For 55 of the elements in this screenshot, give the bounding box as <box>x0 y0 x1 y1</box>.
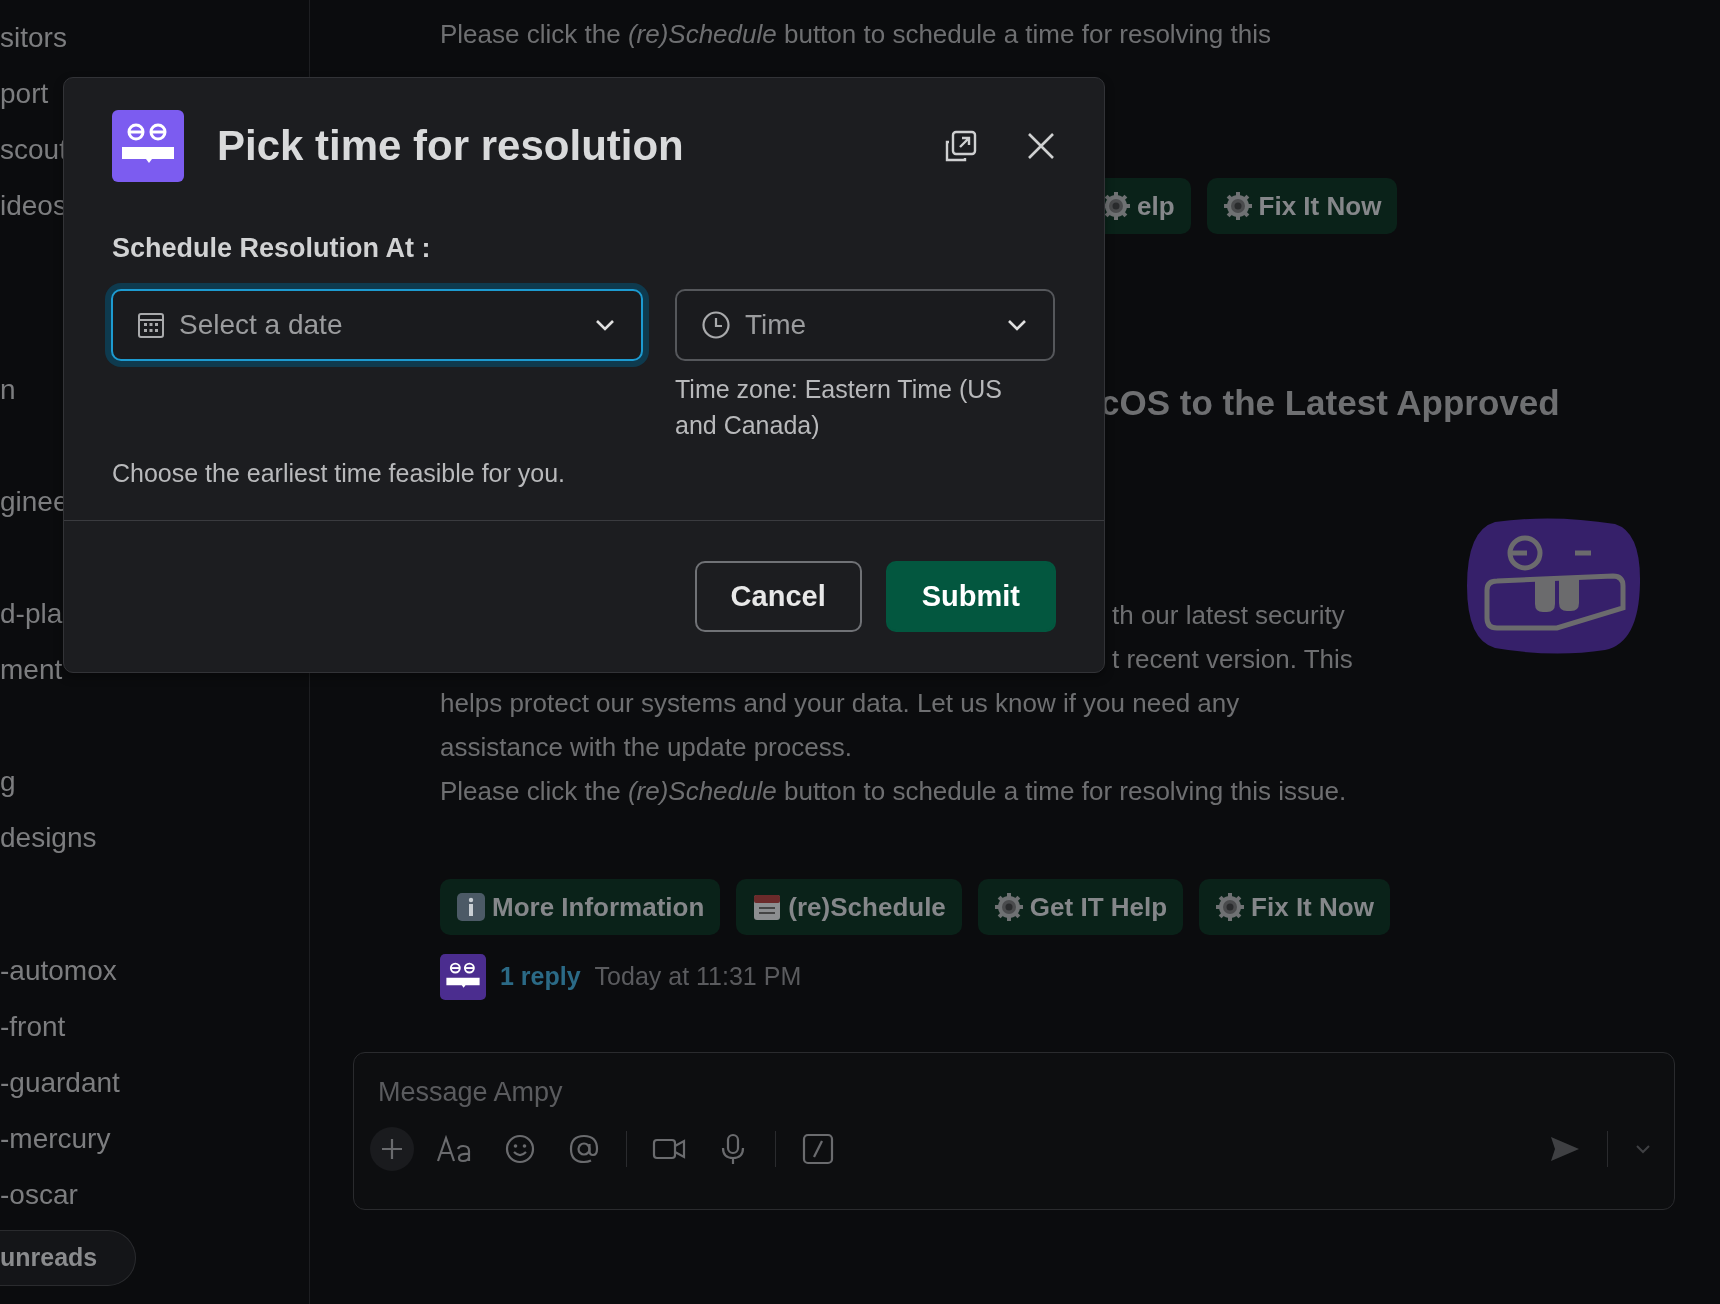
add-icon <box>370 1127 414 1171</box>
send-icon <box>1549 1135 1581 1163</box>
action-button[interactable]: Fix It Now <box>1199 879 1390 935</box>
message-text: helps protect our systems and your data. Let us know if you need any <box>440 687 1240 720</box>
timestamp: Today at 11:31 PM <box>594 961 802 993</box>
message-text: th our latest security <box>1112 599 1345 632</box>
unreads-button[interactable]: unreads <box>0 1230 137 1286</box>
popout-button[interactable] <box>943 128 979 164</box>
channel-item[interactable]: n <box>0 362 16 418</box>
field-label: Schedule Resolution At : <box>112 232 432 265</box>
channel-item[interactable]: port <box>0 66 49 122</box>
add-button[interactable] <box>370 1127 414 1171</box>
info-icon <box>456 892 486 922</box>
caret-icon <box>1634 1143 1652 1155</box>
message-input[interactable]: Message Ampy <box>354 1053 1054 1113</box>
bot-app-icon <box>112 110 184 182</box>
close-button[interactable] <box>1026 131 1056 161</box>
timezone-text: Time zone: Eastern Time (US and Canada) <box>675 373 1003 441</box>
channel-item[interactable]: d-pla <box>0 586 63 642</box>
time-picker[interactable]: Time <box>675 288 1055 361</box>
hint-text: Choose the earliest time feasible for you. <box>112 457 566 489</box>
action-button[interactable]: Get IT Help <box>977 879 1184 935</box>
action-button[interactable]: (re)Schedule <box>736 879 962 935</box>
modal-title: Pick time for resolution <box>217 120 685 171</box>
message-text: Please click the (re)Schedule button to schedule a time for resolving this <box>440 18 1271 51</box>
calendar-icon <box>752 892 783 922</box>
channel-item[interactable]: -automox <box>0 943 117 999</box>
mention-icon <box>568 1133 600 1165</box>
action-button[interactable]: More Information <box>440 879 721 935</box>
chevron-icon <box>1007 318 1027 331</box>
submit-button[interactable]: Submit <box>885 561 1056 632</box>
microphone-icon <box>721 1133 745 1165</box>
channel-item[interactable]: -guardant <box>0 1055 120 1111</box>
channel-item[interactable]: designs <box>0 810 97 866</box>
chevron-icon <box>595 318 615 331</box>
slash-command-icon <box>802 1133 834 1165</box>
message-text: Please click the (re)Schedule button to schedule a time for resolving this issue. <box>440 775 1348 808</box>
channel-item[interactable]: -oscar <box>0 1167 78 1223</box>
channel-item[interactable]: -mercury <box>0 1111 111 1167</box>
calendar-icon <box>137 310 165 339</box>
channel-item[interactable]: -front <box>0 999 66 1055</box>
channel-item[interactable]: ment <box>0 642 63 698</box>
action-button[interactable]: Fix It Now <box>1206 178 1398 234</box>
gear-icon <box>1222 191 1253 221</box>
gear-icon <box>993 892 1024 922</box>
message-text: assistance with the update process. <box>440 731 852 764</box>
bot-avatar-icon <box>440 954 486 1000</box>
emoji-icon <box>504 1133 536 1165</box>
message-text: t recent version. This <box>1112 643 1353 676</box>
channel-item[interactable]: g <box>0 754 16 810</box>
clock-icon <box>701 309 731 340</box>
gear-icon <box>1215 892 1246 922</box>
replies-link[interactable]: 1 reply <box>500 958 581 996</box>
channel-item[interactable]: sitors <box>0 10 67 66</box>
cancel-button[interactable]: Cancel <box>694 561 862 632</box>
